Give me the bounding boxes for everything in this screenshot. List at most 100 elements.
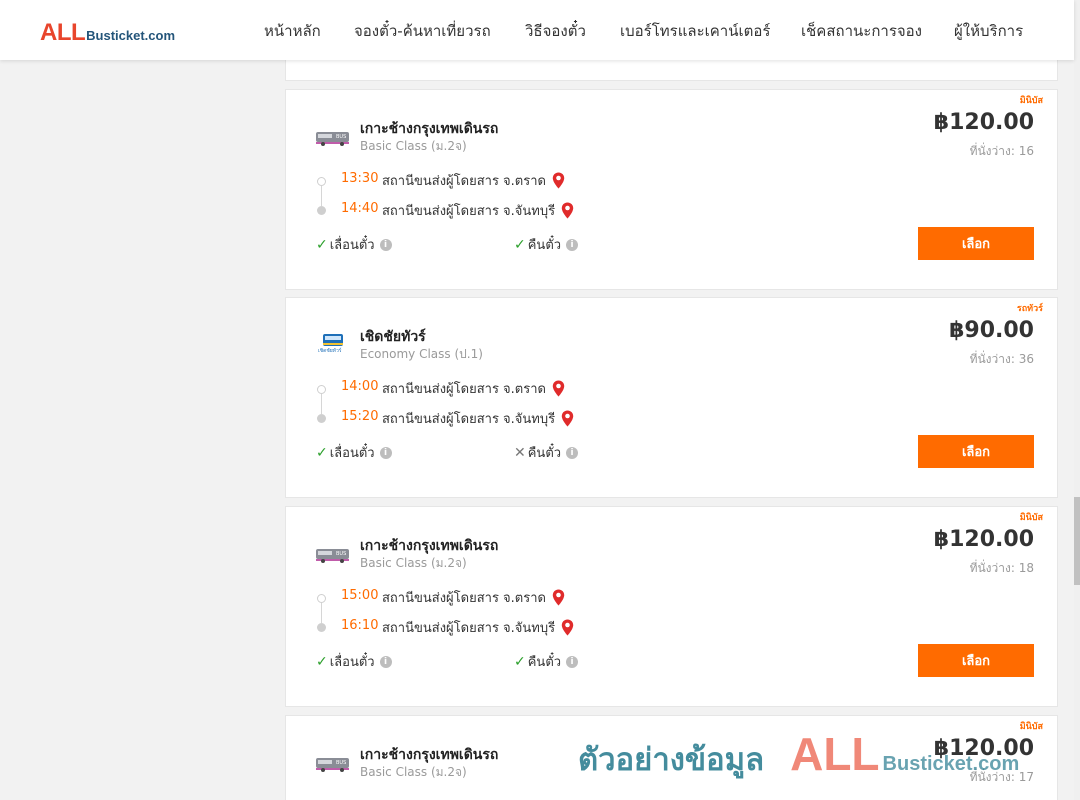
select-trip-button[interactable]: เลือก — [918, 227, 1034, 260]
watermark-sample-text: ตัวอย่างข้อมูล — [578, 742, 765, 778]
arrival-dot-icon — [317, 414, 326, 423]
seats-available: ที่นั่งว่าง: 18 — [969, 561, 1034, 575]
option-refund-label: คืนตั๋ว — [527, 446, 562, 461]
timeline-line — [321, 603, 322, 623]
arrival-station: สถานีขนส่งผู้โดยสาร จ.จันทบุรี — [382, 408, 574, 429]
sample-data-watermark: ตัวอย่างข้อมูล ALL Busticket.com — [578, 727, 1019, 784]
ticket-price: ฿90.00 — [949, 318, 1034, 343]
option-refund-ticket: ✓ คืนตั๋ว i — [514, 234, 579, 255]
watermark-logo-all: ALL — [790, 728, 880, 780]
ticket-price: ฿120.00 — [933, 110, 1034, 135]
option-change-label: เลื่อนตั๋ว — [329, 238, 375, 253]
option-change-label: เลื่อนตั๋ว — [329, 655, 375, 670]
option-change-ticket: ✓ เลื่อนตั๋ว i — [316, 442, 392, 463]
vehicle-type-tag: รถทัวร์ — [1016, 304, 1043, 314]
select-trip-button[interactable]: เลือก — [918, 435, 1034, 468]
check-icon: ✓ — [316, 444, 328, 461]
option-refund-ticket: ✕ คืนตั๋ว i — [514, 442, 579, 463]
info-icon[interactable]: i — [566, 655, 579, 668]
map-pin-icon[interactable] — [561, 202, 574, 219]
option-refund-label: คืนตั๋ว — [527, 238, 562, 253]
bus-class: Basic Class (ม.2จ) — [360, 556, 467, 570]
vehicle-type-tag: มินิบัส — [1019, 96, 1043, 106]
site-logo[interactable]: ALL Busticket.com — [40, 19, 175, 47]
departure-time: 13:30 — [341, 171, 379, 186]
timeline-line — [321, 394, 322, 414]
nav-how-to-book[interactable]: วิธีจองตั๋ว — [525, 19, 586, 43]
arrival-dot-icon — [317, 206, 326, 215]
info-icon[interactable]: i — [379, 238, 392, 251]
arrival-dot-icon — [317, 623, 326, 632]
svg-text:BUS: BUS — [336, 760, 346, 766]
departure-station: สถานีขนส่งผู้โดยสาร จ.ตราด — [382, 378, 565, 399]
arrival-time: 15:20 — [341, 409, 379, 424]
timeline-line — [321, 186, 322, 206]
svg-text:เชิดชัยทัวร์: เชิดชัยทัวร์ — [318, 347, 342, 354]
map-pin-icon[interactable] — [552, 172, 565, 189]
bus-company-logo-icon: BUS — [316, 549, 349, 563]
trip-card: รถทัวร์ เชิดชัยทัวร์ เชิดชัยทัวร์ Econom… — [285, 297, 1058, 498]
map-pin-icon[interactable] — [552, 380, 565, 397]
departure-time: 15:00 — [341, 588, 379, 603]
nav-home[interactable]: หน้าหลัก — [264, 19, 321, 43]
bus-class: Basic Class (ม.2จ) — [360, 765, 467, 779]
info-icon[interactable]: i — [566, 238, 579, 251]
arrival-station: สถานีขนส่งผู้โดยสาร จ.จันทบุรี — [382, 200, 574, 221]
option-change-ticket: ✓ เลื่อนตั๋ว i — [316, 234, 392, 255]
ticket-price: ฿120.00 — [933, 527, 1034, 552]
departure-station-label: สถานีขนส่งผู้โดยสาร จ.ตราด — [382, 174, 546, 189]
arrival-time: 14:40 — [341, 201, 379, 216]
watermark-logo-rest: Busticket.com — [882, 753, 1020, 775]
option-refund-ticket: ✓ คืนตั๋ว i — [514, 651, 579, 672]
bus-class: Basic Class (ม.2จ) — [360, 139, 467, 153]
departure-dot-icon — [317, 177, 326, 186]
info-icon[interactable]: i — [566, 446, 579, 459]
nav-book-search[interactable]: จองตั๋ว-ค้นหาเที่ยวรถ — [354, 19, 491, 43]
check-icon: ✓ — [514, 653, 526, 670]
page-scrollbar[interactable] — [1074, 0, 1080, 800]
option-change-label: เลื่อนตั๋ว — [329, 446, 375, 461]
scrollbar-thumb[interactable] — [1074, 497, 1080, 585]
seats-available: ที่นั่งว่าง: 36 — [969, 352, 1034, 366]
top-navbar: ALL Busticket.com หน้าหลัก จองตั๋ว-ค้นหา… — [0, 0, 1074, 60]
departure-dot-icon — [317, 594, 326, 603]
departure-time: 14:00 — [341, 379, 379, 394]
nav-operators[interactable]: ผู้ให้บริการ — [954, 19, 1023, 43]
option-refund-label: คืนตั๋ว — [527, 655, 562, 670]
nav-phone-counter[interactable]: เบอร์โทรและเคาน์เตอร์ — [620, 19, 770, 43]
arrival-station-label: สถานีขนส่งผู้โดยสาร จ.จันทบุรี — [382, 204, 556, 219]
departure-station: สถานีขนส่งผู้โดยสาร จ.ตราด — [382, 170, 565, 191]
map-pin-icon[interactable] — [552, 589, 565, 606]
info-icon[interactable]: i — [379, 655, 392, 668]
departure-station-label: สถานีขนส่งผู้โดยสาร จ.ตราด — [382, 591, 546, 606]
bus-company-logo-icon: BUS — [316, 758, 349, 772]
arrival-station-label: สถานีขนส่งผู้โดยสาร จ.จันทบุรี — [382, 621, 556, 636]
map-pin-icon[interactable] — [561, 619, 574, 636]
bus-class: Economy Class (ป.1) — [360, 347, 483, 361]
cross-icon: ✕ — [514, 444, 526, 461]
logo-busticket-text: Busticket.com — [86, 28, 176, 43]
svg-text:BUS: BUS — [336, 551, 346, 557]
option-change-ticket: ✓ เลื่อนตั๋ว i — [316, 651, 392, 672]
check-icon: ✓ — [316, 236, 328, 253]
arrival-station: สถานีขนส่งผู้โดยสาร จ.จันทบุรี — [382, 617, 574, 638]
arrival-station-label: สถานีขนส่งผู้โดยสาร จ.จันทบุรี — [382, 412, 556, 427]
trip-card: มินิบัส BUS เกาะช้างกรุงเทพเดินรถ Basic … — [285, 89, 1058, 290]
info-icon[interactable]: i — [379, 446, 392, 459]
check-icon: ✓ — [316, 653, 328, 670]
bus-company-logo-icon: BUS — [316, 132, 349, 146]
map-pin-icon[interactable] — [561, 410, 574, 427]
departure-dot-icon — [317, 385, 326, 394]
svg-text:BUS: BUS — [336, 134, 346, 140]
departure-station: สถานีขนส่งผู้โดยสาร จ.ตราด — [382, 587, 565, 608]
vehicle-type-tag: มินิบัส — [1019, 513, 1043, 523]
logo-all-text: ALL — [40, 19, 86, 46]
vehicle-type-tag: มินิบัส — [1019, 722, 1043, 732]
arrival-time: 16:10 — [341, 618, 379, 633]
check-icon: ✓ — [514, 236, 526, 253]
departure-station-label: สถานีขนส่งผู้โดยสาร จ.ตราด — [382, 382, 546, 397]
trip-card: มินิบัส BUS เกาะช้างกรุงเทพเดินรถ Basic … — [285, 506, 1058, 707]
cherdchai-tour-logo-icon: เชิดชัยทัวร์ — [318, 334, 343, 354]
select-trip-button[interactable]: เลือก — [918, 644, 1034, 677]
nav-check-booking[interactable]: เช็คสถานะการจอง — [801, 19, 922, 43]
